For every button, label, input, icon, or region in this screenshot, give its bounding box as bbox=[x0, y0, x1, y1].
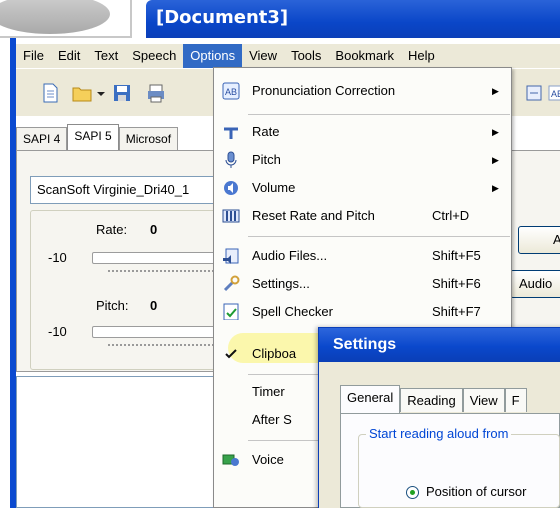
menu-edit[interactable]: Edit bbox=[51, 44, 87, 68]
settings-tabs: General Reading View F bbox=[340, 385, 527, 413]
tab-microsoft[interactable]: Microsof bbox=[118, 127, 179, 151]
print-icon[interactable] bbox=[146, 83, 166, 103]
open-folder-icon[interactable] bbox=[72, 83, 92, 103]
menu-text[interactable]: Text bbox=[87, 44, 125, 68]
menu-bar: File Edit Text Speech Options View Tools… bbox=[16, 44, 560, 68]
volume-icon bbox=[224, 181, 238, 195]
pitch-value: 0 bbox=[150, 298, 158, 313]
toolbar-extra-icon[interactable]: AB bbox=[546, 83, 560, 103]
pitch-slider[interactable] bbox=[92, 326, 222, 338]
pronunciation-icon: AB bbox=[222, 82, 240, 100]
tab-sapi5[interactable]: SAPI 5 bbox=[67, 124, 119, 151]
about-button[interactable]: Al bbox=[518, 226, 560, 254]
submenu-arrow-icon: ▶ bbox=[492, 86, 499, 96]
new-document-icon[interactable] bbox=[40, 83, 60, 103]
dropdown-arrow-icon[interactable] bbox=[96, 83, 106, 103]
audio-files-icon bbox=[223, 248, 239, 264]
start-reading-label: Start reading aloud from bbox=[366, 426, 512, 441]
menu-help[interactable]: Help bbox=[401, 44, 442, 68]
position-radio[interactable] bbox=[406, 486, 419, 499]
menu-item-spell-checker[interactable]: Spell Checker Shift+F7 bbox=[214, 298, 511, 320]
tab-more[interactable]: F bbox=[504, 388, 527, 412]
submenu-arrow-icon: ▶ bbox=[492, 127, 499, 137]
menu-item-volume[interactable]: Volume ▶ bbox=[214, 174, 511, 202]
menu-item-settings[interactable]: Settings... Shift+F6 bbox=[214, 270, 511, 298]
reset-icon bbox=[222, 209, 240, 223]
rate-label: Rate: bbox=[96, 222, 128, 237]
menu-speech[interactable]: Speech bbox=[125, 44, 183, 68]
menu-item-rate[interactable]: Rate ▶ bbox=[214, 118, 511, 146]
settings-dialog-title[interactable]: Settings bbox=[319, 328, 560, 362]
voice-icon bbox=[222, 454, 239, 466]
menu-separator bbox=[248, 236, 510, 237]
position-radio-label: Position of cursor bbox=[426, 484, 527, 499]
menu-bookmark[interactable]: Bookmark bbox=[328, 44, 401, 68]
save-icon[interactable] bbox=[112, 83, 132, 103]
spell-check-icon bbox=[223, 303, 239, 320]
audio-button[interactable]: Audio bbox=[510, 270, 560, 298]
svg-text:AB: AB bbox=[225, 87, 237, 97]
menu-item-reset-rate-pitch[interactable]: Reset Rate and Pitch Ctrl+D bbox=[214, 202, 511, 230]
menu-options[interactable]: Options bbox=[183, 44, 243, 68]
pitch-icon bbox=[225, 151, 237, 168]
engine-tabs: SAPI 4 SAPI 5 Microsof bbox=[16, 124, 179, 151]
menu-view[interactable]: View bbox=[242, 44, 284, 68]
rate-slider[interactable] bbox=[92, 252, 222, 264]
menu-file[interactable]: File bbox=[16, 44, 51, 68]
menu-tools[interactable]: Tools bbox=[284, 44, 328, 68]
svg-text:AB: AB bbox=[551, 89, 560, 99]
submenu-arrow-icon: ▶ bbox=[492, 183, 499, 193]
tab-general[interactable]: General bbox=[340, 385, 401, 413]
window-title: [Document3] bbox=[156, 7, 289, 28]
rate-icon bbox=[224, 127, 238, 139]
rate-value: 0 bbox=[150, 222, 158, 237]
submenu-arrow-icon: ▶ bbox=[492, 155, 499, 165]
menu-item-pitch[interactable]: Pitch ▶ bbox=[214, 146, 511, 174]
tab-view[interactable]: View bbox=[462, 388, 505, 412]
title-bar[interactable]: [Document3] bbox=[146, 0, 560, 38]
pitch-ticks bbox=[108, 344, 218, 348]
toolbar-tool-icon[interactable] bbox=[524, 83, 544, 103]
menu-item-pronunciation[interactable]: AB Pronunciation Correction ▶ bbox=[214, 77, 511, 105]
rate-ticks bbox=[108, 270, 218, 274]
check-icon bbox=[225, 349, 237, 359]
menu-item-audio-files[interactable]: Audio Files... Shift+F5 bbox=[214, 242, 511, 270]
menu-separator bbox=[248, 114, 510, 115]
pitch-min-label: -10 bbox=[48, 324, 67, 339]
tab-sapi4[interactable]: SAPI 4 bbox=[16, 127, 68, 151]
tab-reading[interactable]: Reading bbox=[400, 388, 463, 412]
pitch-label: Pitch: bbox=[96, 298, 129, 313]
rate-min-label: -10 bbox=[48, 250, 67, 265]
settings-icon bbox=[223, 275, 240, 292]
